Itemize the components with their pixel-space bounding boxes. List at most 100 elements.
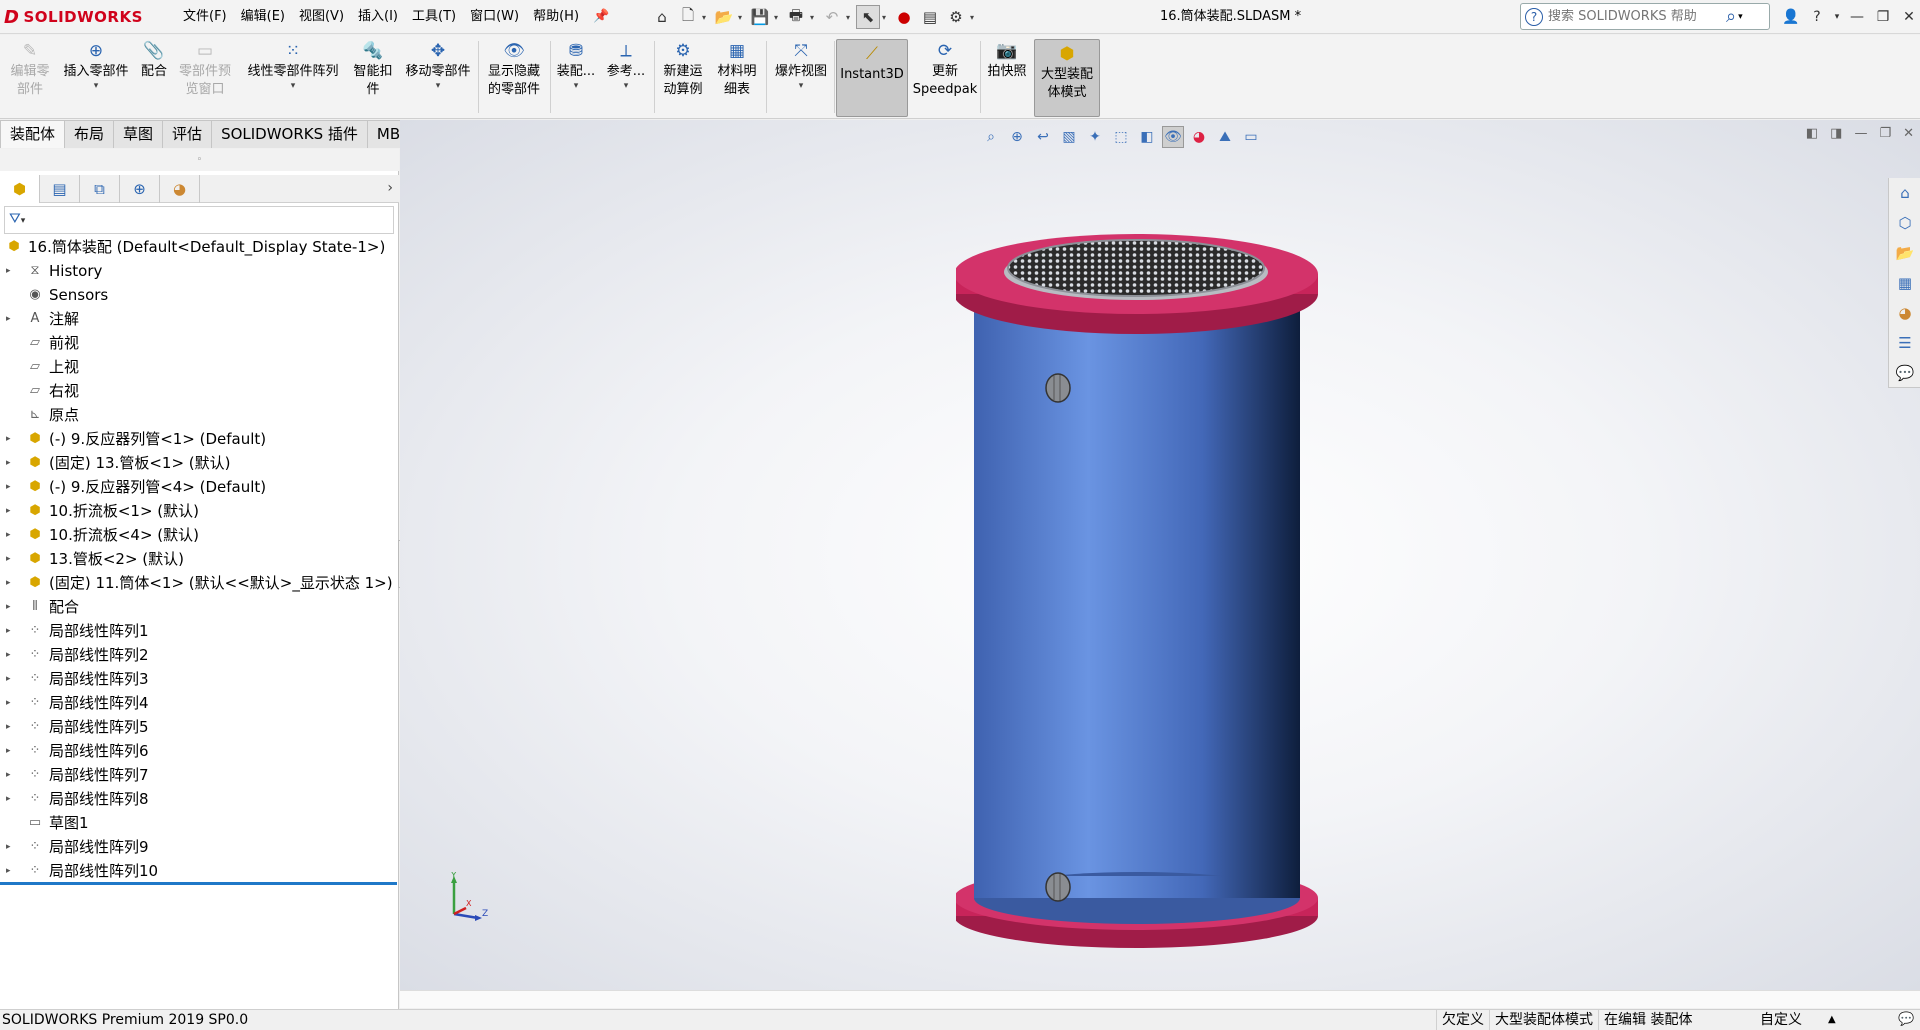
expand-arrow-icon[interactable]: ▸	[6, 739, 16, 763]
chevron-down-icon[interactable]: ▾	[846, 13, 854, 22]
new-motion-study-button[interactable]: ⚙ 新建运 动算例	[658, 39, 708, 99]
take-snapshot-button[interactable]: 📷 拍快照	[984, 39, 1030, 81]
tree-item[interactable]: ▸ ⁘ 局部线性阵列8	[0, 787, 399, 811]
menu-window[interactable]: 窗口(W)	[463, 0, 526, 34]
chevron-down-icon[interactable]: ▾	[291, 81, 296, 91]
configurationmanager-tab-icon[interactable]: ⧉	[80, 175, 120, 203]
tree-item[interactable]: ◉ Sensors	[0, 283, 399, 307]
panel-grip[interactable]: ◦	[0, 149, 399, 171]
tree-item[interactable]: ▸ ⁘ 局部线性阵列9	[0, 835, 399, 859]
chevron-up-icon[interactable]: ▲	[1828, 1010, 1836, 1030]
expand-arrow-icon[interactable]: ▸	[6, 499, 16, 523]
cylindrical-shell[interactable]	[974, 268, 1300, 924]
chevron-down-icon[interactable]: ▾	[810, 13, 818, 22]
user-icon[interactable]: 👤	[1780, 3, 1802, 31]
zoom-to-fit-icon[interactable]: ⌕	[980, 126, 1002, 148]
expand-arrow-icon[interactable]: ▸	[6, 571, 16, 595]
assembly-features-button[interactable]: ⛃ 装配... ▾	[554, 39, 598, 91]
chevron-down-icon[interactable]: ▾	[574, 81, 579, 91]
search-input[interactable]	[1548, 9, 1718, 24]
expand-arrow-icon[interactable]: ▸	[6, 691, 16, 715]
status-units-custom[interactable]: 自定义	[1760, 1010, 1802, 1030]
chevron-down-icon[interactable]: ▾	[774, 13, 782, 22]
minimize-icon[interactable]: —	[1846, 3, 1868, 31]
expand-arrow-icon[interactable]: ▸	[6, 427, 16, 451]
edit-component-button[interactable]: ✎ 编辑零 部件	[6, 39, 54, 99]
linear-pattern-button[interactable]: ⁙ 线性零部件阵列 ▾	[240, 39, 346, 91]
tree-item[interactable]: ▸ ⬢ (固定) 13.管板<1> (默认)	[0, 451, 399, 475]
tree-item[interactable]: ▸ ⁘ 局部线性阵列1	[0, 619, 399, 643]
expand-arrow-icon[interactable]: ▸	[6, 307, 16, 331]
propertymanager-tab-icon[interactable]: ▤	[40, 175, 80, 203]
forum-icon[interactable]: 💬	[1889, 358, 1920, 388]
tree-item[interactable]: ▸ ⁘ 局部线性阵列2	[0, 643, 399, 667]
select-icon[interactable]: ⬉	[856, 5, 880, 29]
bill-of-materials-button[interactable]: ▦ 材料明 细表	[712, 39, 762, 99]
chevron-down-icon[interactable]: ▾	[738, 13, 746, 22]
new-document-icon[interactable]: 🗋	[676, 5, 700, 29]
expand-arrow-icon[interactable]: ▸	[6, 619, 16, 643]
tree-item[interactable]: ▸ ⫴ 配合	[0, 595, 399, 619]
edit-appearance-icon[interactable]: ◕	[1188, 126, 1210, 148]
chevron-down-icon[interactable]: ▾	[436, 81, 441, 91]
smart-fasteners-button[interactable]: 🔩 智能扣 件	[350, 39, 396, 99]
view-orientation-icon[interactable]: ⬚	[1110, 126, 1132, 148]
open-icon[interactable]: 📂	[712, 5, 736, 29]
expand-arrow-icon[interactable]: ▸	[6, 667, 16, 691]
status-help-icon[interactable]: 💬	[1898, 1010, 1914, 1030]
chevron-down-icon[interactable]: ▾	[1832, 3, 1842, 31]
chevron-down-icon[interactable]: ▾	[970, 13, 978, 22]
reactor-shell-model[interactable]	[956, 186, 1336, 1030]
tab-layout[interactable]: 布局	[64, 120, 115, 148]
tree-item[interactable]: ▸ A 注解	[0, 307, 399, 331]
menu-insert[interactable]: 插入(I)	[351, 0, 405, 34]
expand-arrow-icon[interactable]: ▸	[6, 595, 16, 619]
view-palette-icon[interactable]: ▦	[1889, 268, 1920, 298]
tree-item[interactable]: ▱ 前视	[0, 331, 399, 355]
design-library-icon[interactable]: ⬡	[1889, 208, 1920, 238]
tree-item[interactable]: ▭ 草图1	[0, 811, 399, 835]
chevron-down-icon[interactable]: ▾	[21, 216, 26, 226]
expand-arrow-icon[interactable]: ▸	[6, 787, 16, 811]
chevron-right-icon[interactable]: ›	[387, 180, 393, 196]
tree-item[interactable]: ▸ ⁘ 局部线性阵列7	[0, 763, 399, 787]
home-icon[interactable]: ⌂	[650, 5, 674, 29]
nozzle-bottom[interactable]	[1045, 872, 1071, 902]
help-search-box[interactable]: ? ⌕ ▾	[1520, 3, 1770, 30]
tile-left-icon[interactable]: ◧	[1806, 126, 1818, 141]
section-view-icon[interactable]: ▧	[1058, 126, 1080, 148]
expand-arrow-icon[interactable]: ▸	[6, 475, 16, 499]
display-manager-tab-icon[interactable]: ◕	[160, 175, 200, 203]
tree-filter[interactable]: ⛛▾	[4, 206, 394, 234]
menu-file[interactable]: 文件(F)	[176, 0, 234, 34]
appearances-scenes-icon[interactable]: ◕	[1889, 298, 1920, 328]
tree-item[interactable]: ▸ ⬢ (-) 9.反应器列管<4> (Default)	[0, 475, 399, 499]
menu-view[interactable]: 视图(V)	[292, 0, 351, 34]
tree-item[interactable]: ▸ ⁘ 局部线性阵列10	[0, 859, 399, 883]
tab-evaluate[interactable]: 评估	[162, 120, 213, 148]
tree-item[interactable]: ▸ ⬢ (-) 9.反应器列管<1> (Default)	[0, 427, 399, 451]
file-explorer-icon[interactable]: 📂	[1889, 238, 1920, 268]
tree-item[interactable]: ▸ ⬢ (固定) 11.筒体<1> (默认<<默认>_显示状态 1>)	[0, 571, 399, 595]
expand-arrow-icon[interactable]: ▸	[6, 643, 16, 667]
hide-show-items-icon[interactable]: 👁	[1162, 126, 1184, 148]
menu-tools[interactable]: 工具(T)	[405, 0, 463, 34]
exploded-view-button[interactable]: ⤧ 爆炸视图 ▾	[770, 39, 832, 91]
tree-item[interactable]: ▸ ⁘ 局部线性阵列3	[0, 667, 399, 691]
chevron-down-icon[interactable]: ▾	[1738, 12, 1743, 22]
tree-item[interactable]: ▱ 右视	[0, 379, 399, 403]
expand-arrow-icon[interactable]: ▸	[6, 763, 16, 787]
pin-icon[interactable]: 📌	[586, 0, 616, 34]
instant3d-button[interactable]: ⟋ Instant3D	[836, 39, 908, 117]
nozzle-top[interactable]	[1045, 373, 1071, 403]
chevron-down-icon[interactable]: ▾	[882, 13, 890, 22]
show-hidden-components-button[interactable]: 👁 显示隐藏 的零部件	[482, 39, 546, 99]
chevron-down-icon[interactable]: ▾	[624, 81, 629, 91]
chevron-down-icon[interactable]: ▾	[94, 81, 99, 91]
tree-item[interactable]: ⊾ 原点	[0, 403, 399, 427]
custom-properties-icon[interactable]: ☰	[1889, 328, 1920, 358]
options-gear-icon[interactable]: ⚙	[944, 5, 968, 29]
tab-sketch[interactable]: 草图	[113, 120, 164, 148]
zoom-to-area-icon[interactable]: ⊕	[1006, 126, 1028, 148]
menu-help[interactable]: 帮助(H)	[526, 0, 586, 34]
